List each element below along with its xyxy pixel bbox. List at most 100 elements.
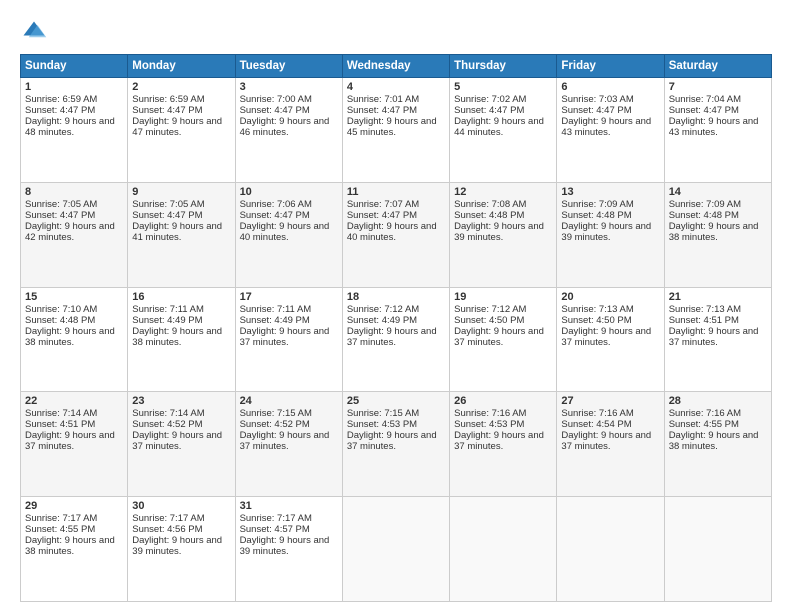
- daylight-label: Daylight: 9 hours and 43 minutes.: [669, 116, 759, 138]
- daylight-label: Daylight: 9 hours and 39 minutes.: [561, 221, 651, 243]
- day-number: 4: [347, 81, 445, 93]
- daylight-label: Daylight: 9 hours and 40 minutes.: [240, 221, 330, 243]
- sunrise-label: Sunrise: 7:10 AM: [25, 304, 97, 315]
- sunrise-label: Sunrise: 7:05 AM: [25, 199, 97, 210]
- table-cell: 26 Sunrise: 7:16 AM Sunset: 4:53 PM Dayl…: [450, 392, 557, 497]
- table-cell: 23 Sunrise: 7:14 AM Sunset: 4:52 PM Dayl…: [128, 392, 235, 497]
- sunrise-label: Sunrise: 7:01 AM: [347, 94, 419, 105]
- day-number: 18: [347, 291, 445, 303]
- day-number: 20: [561, 291, 659, 303]
- day-number: 24: [240, 395, 338, 407]
- daylight-label: Daylight: 9 hours and 37 minutes.: [454, 326, 544, 348]
- col-wednesday: Wednesday: [342, 55, 449, 78]
- sunrise-label: Sunrise: 7:15 AM: [347, 408, 419, 419]
- sunrise-label: Sunrise: 7:16 AM: [561, 408, 633, 419]
- daylight-label: Daylight: 9 hours and 42 minutes.: [25, 221, 115, 243]
- sunset-label: Sunset: 4:48 PM: [25, 315, 95, 326]
- daylight-label: Daylight: 9 hours and 44 minutes.: [454, 116, 544, 138]
- day-number: 6: [561, 81, 659, 93]
- table-cell: 21 Sunrise: 7:13 AM Sunset: 4:51 PM Dayl…: [664, 287, 771, 392]
- table-cell: 14 Sunrise: 7:09 AM Sunset: 4:48 PM Dayl…: [664, 182, 771, 287]
- sunset-label: Sunset: 4:52 PM: [132, 419, 202, 430]
- daylight-label: Daylight: 9 hours and 41 minutes.: [132, 221, 222, 243]
- daylight-label: Daylight: 9 hours and 45 minutes.: [347, 116, 437, 138]
- sunrise-label: Sunrise: 7:14 AM: [132, 408, 204, 419]
- table-cell: 16 Sunrise: 7:11 AM Sunset: 4:49 PM Dayl…: [128, 287, 235, 392]
- daylight-label: Daylight: 9 hours and 43 minutes.: [561, 116, 651, 138]
- sunset-label: Sunset: 4:53 PM: [347, 419, 417, 430]
- table-cell: 8 Sunrise: 7:05 AM Sunset: 4:47 PM Dayli…: [21, 182, 128, 287]
- day-number: 27: [561, 395, 659, 407]
- sunset-label: Sunset: 4:49 PM: [132, 315, 202, 326]
- sunrise-label: Sunrise: 7:12 AM: [347, 304, 419, 315]
- sunset-label: Sunset: 4:55 PM: [25, 524, 95, 535]
- table-cell: [664, 497, 771, 602]
- day-number: 19: [454, 291, 552, 303]
- sunset-label: Sunset: 4:49 PM: [347, 315, 417, 326]
- sunset-label: Sunset: 4:57 PM: [240, 524, 310, 535]
- table-cell: 29 Sunrise: 7:17 AM Sunset: 4:55 PM Dayl…: [21, 497, 128, 602]
- daylight-label: Daylight: 9 hours and 48 minutes.: [25, 116, 115, 138]
- table-cell: 12 Sunrise: 7:08 AM Sunset: 4:48 PM Dayl…: [450, 182, 557, 287]
- sunrise-label: Sunrise: 7:09 AM: [561, 199, 633, 210]
- daylight-label: Daylight: 9 hours and 37 minutes.: [132, 430, 222, 452]
- table-cell: 3 Sunrise: 7:00 AM Sunset: 4:47 PM Dayli…: [235, 78, 342, 183]
- daylight-label: Daylight: 9 hours and 37 minutes.: [561, 326, 651, 348]
- day-number: 3: [240, 81, 338, 93]
- calendar: Sunday Monday Tuesday Wednesday Thursday…: [20, 54, 772, 602]
- table-cell: 6 Sunrise: 7:03 AM Sunset: 4:47 PM Dayli…: [557, 78, 664, 183]
- day-number: 28: [669, 395, 767, 407]
- sunset-label: Sunset: 4:47 PM: [25, 105, 95, 116]
- day-number: 30: [132, 500, 230, 512]
- sunrise-label: Sunrise: 7:05 AM: [132, 199, 204, 210]
- sunset-label: Sunset: 4:54 PM: [561, 419, 631, 430]
- day-number: 21: [669, 291, 767, 303]
- table-cell: 22 Sunrise: 7:14 AM Sunset: 4:51 PM Dayl…: [21, 392, 128, 497]
- day-number: 1: [25, 81, 123, 93]
- day-number: 15: [25, 291, 123, 303]
- sunset-label: Sunset: 4:48 PM: [454, 210, 524, 221]
- table-cell: 18 Sunrise: 7:12 AM Sunset: 4:49 PM Dayl…: [342, 287, 449, 392]
- day-number: 26: [454, 395, 552, 407]
- sunset-label: Sunset: 4:55 PM: [669, 419, 739, 430]
- sunset-label: Sunset: 4:47 PM: [240, 105, 310, 116]
- sunrise-label: Sunrise: 7:07 AM: [347, 199, 419, 210]
- daylight-label: Daylight: 9 hours and 38 minutes.: [669, 430, 759, 452]
- daylight-label: Daylight: 9 hours and 37 minutes.: [669, 326, 759, 348]
- col-friday: Friday: [557, 55, 664, 78]
- sunset-label: Sunset: 4:51 PM: [669, 315, 739, 326]
- table-cell: 15 Sunrise: 7:10 AM Sunset: 4:48 PM Dayl…: [21, 287, 128, 392]
- sunrise-label: Sunrise: 7:17 AM: [132, 513, 204, 524]
- daylight-label: Daylight: 9 hours and 37 minutes.: [25, 430, 115, 452]
- table-cell: 5 Sunrise: 7:02 AM Sunset: 4:47 PM Dayli…: [450, 78, 557, 183]
- table-cell: 20 Sunrise: 7:13 AM Sunset: 4:50 PM Dayl…: [557, 287, 664, 392]
- sunrise-label: Sunrise: 7:17 AM: [240, 513, 312, 524]
- logo-icon: [20, 18, 48, 46]
- sunrise-label: Sunrise: 7:17 AM: [25, 513, 97, 524]
- sunrise-label: Sunrise: 7:09 AM: [669, 199, 741, 210]
- sunset-label: Sunset: 4:47 PM: [347, 210, 417, 221]
- daylight-label: Daylight: 9 hours and 38 minutes.: [25, 535, 115, 557]
- sunset-label: Sunset: 4:50 PM: [454, 315, 524, 326]
- table-cell: 13 Sunrise: 7:09 AM Sunset: 4:48 PM Dayl…: [557, 182, 664, 287]
- daylight-label: Daylight: 9 hours and 38 minutes.: [132, 326, 222, 348]
- day-number: 17: [240, 291, 338, 303]
- day-number: 29: [25, 500, 123, 512]
- logo: [20, 18, 52, 46]
- sunrise-label: Sunrise: 7:02 AM: [454, 94, 526, 105]
- day-number: 14: [669, 186, 767, 198]
- sunset-label: Sunset: 4:48 PM: [561, 210, 631, 221]
- daylight-label: Daylight: 9 hours and 37 minutes.: [240, 326, 330, 348]
- sunrise-label: Sunrise: 7:14 AM: [25, 408, 97, 419]
- sunrise-label: Sunrise: 7:00 AM: [240, 94, 312, 105]
- day-number: 16: [132, 291, 230, 303]
- table-cell: 2 Sunrise: 6:59 AM Sunset: 4:47 PM Dayli…: [128, 78, 235, 183]
- sunrise-label: Sunrise: 7:12 AM: [454, 304, 526, 315]
- sunset-label: Sunset: 4:51 PM: [25, 419, 95, 430]
- sunset-label: Sunset: 4:52 PM: [240, 419, 310, 430]
- sunrise-label: Sunrise: 7:13 AM: [669, 304, 741, 315]
- sunset-label: Sunset: 4:47 PM: [454, 105, 524, 116]
- sunrise-label: Sunrise: 7:15 AM: [240, 408, 312, 419]
- day-number: 9: [132, 186, 230, 198]
- daylight-label: Daylight: 9 hours and 39 minutes.: [240, 535, 330, 557]
